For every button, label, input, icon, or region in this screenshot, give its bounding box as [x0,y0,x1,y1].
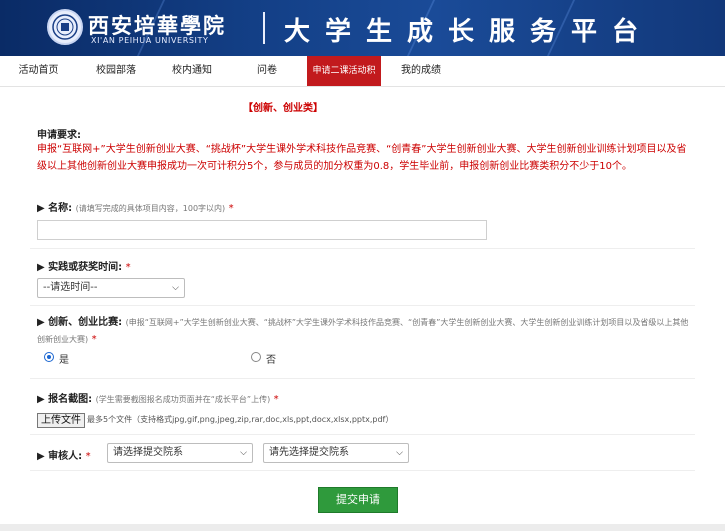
platform-title: 大学生成长服务平台 [284,17,654,47]
upload-note: 最多5个文件（支持格式jpg,gif,png,jpeg,zip,rar,doc,… [87,415,394,424]
name-label-text: ▶ 名称: [37,203,73,214]
upload-file-button[interactable]: 上传文件 [37,413,85,428]
main-nav: 活动首页 校园部落 校内通知 问卷 申请二课活动积 我的成绩 [0,56,725,87]
radio-yes-label: 是 [59,355,69,366]
required-mark: * [91,334,97,345]
header-banner: 西安培華學院 XI'AN PEIHUA UNIVERSITY 大学生成长服务平台 [0,0,725,56]
nav-item-home[interactable]: 活动首页 [6,56,71,86]
divider [30,434,695,435]
competition-hint: (申报“互联网+”大学生创新创业大赛、“挑战杯”大学生课外学术科技作品竞赛、“创… [37,318,689,344]
screenshot-label-text: ▶ 报名截图: [37,394,93,405]
screenshot-hint: (学生需要截图报名成功页面并在“成长平台”上传) [95,395,271,404]
chevron-down-icon: ⌵ [240,448,247,458]
time-select[interactable]: --请选时间-- ⌵ [37,278,185,298]
reviewer-field-label: ▶ 审核人: * [37,447,91,462]
time-field-label: ▶ 实践或获奖时间: * [37,258,131,273]
nav-item-my-scores[interactable]: 我的成绩 [386,56,456,86]
time-label-text: ▶ 实践或获奖时间: [37,262,123,273]
chevron-down-icon: ⌵ [172,283,179,293]
name-field-label: ▶ 名称: (请填写完成的具体项目内容，100字以内) * [37,199,234,214]
screenshot-field-label: ▶ 报名截图: (学生需要截图报名成功页面并在“成长平台”上传) * [37,390,279,405]
requirements-label: 申请要求: [37,130,81,141]
radio-yes[interactable] [44,352,54,362]
divider [30,305,695,306]
reviewer-select[interactable]: 请先选择提交院系 ⌵ [263,443,409,463]
nav-item-notices[interactable]: 校内通知 [157,56,227,86]
divider [30,248,695,249]
divider [30,470,695,471]
divider [30,378,695,379]
radio-no-label: 否 [266,355,276,366]
nav-item-campus-tribe[interactable]: 校园部落 [81,56,151,86]
submit-button[interactable]: 提交申请 [318,487,398,513]
reviewer-label-text: ▶ 审核人: [37,451,83,462]
radio-no[interactable] [251,352,261,362]
header-divider [263,12,265,44]
university-logo-icon [47,9,83,45]
reviewer-select-value: 请先选择提交院系 [269,447,349,458]
college-select-value: 请选择提交院系 [113,447,183,458]
required-mark: * [85,451,91,462]
university-name-en: XI'AN PEIHUA UNIVERSITY [91,36,209,45]
required-mark: * [228,203,234,214]
competition-label-text: ▶ 创新、创业比赛: [37,317,123,328]
required-mark: * [273,394,279,405]
name-hint: (请填写完成的具体项目内容，100字以内) [75,204,226,213]
required-mark: * [125,262,131,273]
time-select-value: --请选时间-- [43,282,98,293]
chevron-down-icon: ⌵ [396,448,403,458]
nav-item-survey[interactable]: 问卷 [236,56,298,86]
competition-field-label: ▶ 创新、创业比赛: (申报“互联网+”大学生创新创业大赛、“挑战杯”大学生课外… [37,314,692,348]
bottom-scrollbar[interactable] [0,524,725,531]
college-select[interactable]: 请选择提交院系 ⌵ [107,443,253,463]
section-title: 【创新、创业类】 [243,103,323,114]
name-input[interactable] [37,220,487,240]
nav-item-apply-activity[interactable]: 申请二课活动积 [307,56,381,86]
requirements-text: 申报“互联网+”大学生创新创业大赛、“挑战杯”大学生课外学术科技作品竞赛、“创青… [37,144,687,172]
